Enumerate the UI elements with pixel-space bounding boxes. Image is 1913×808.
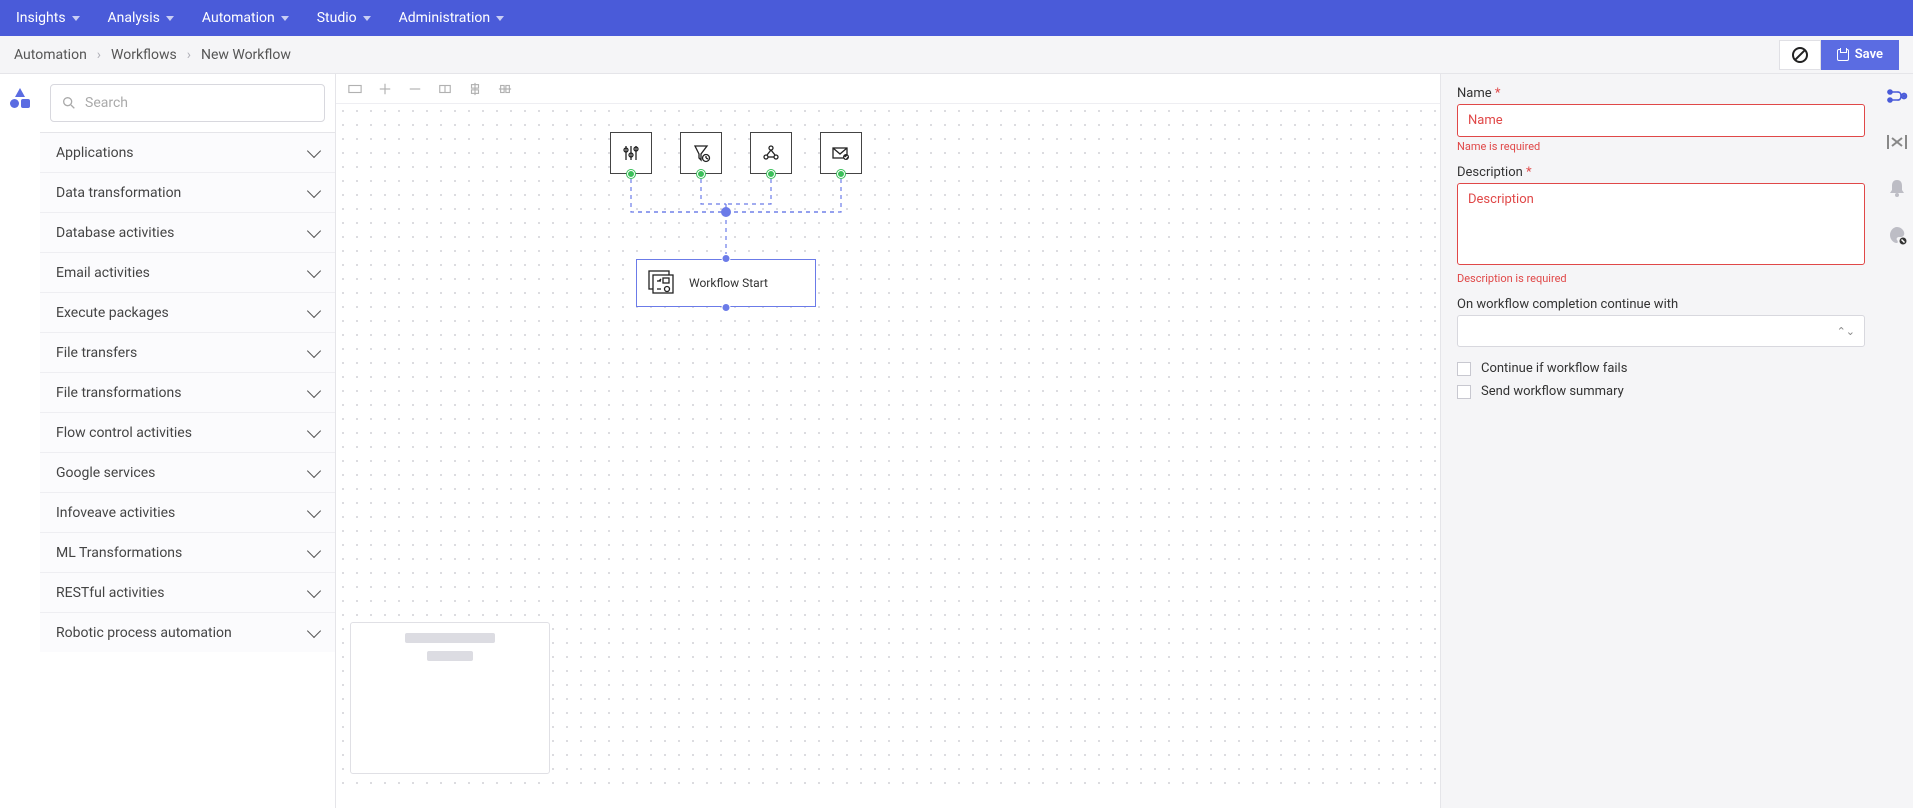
workflow-canvas-wrap: Workflow Start xyxy=(336,74,1441,808)
description-label: Description * xyxy=(1457,165,1865,180)
nav-insights[interactable]: Insights xyxy=(16,10,80,26)
name-error: Name is required xyxy=(1457,140,1865,153)
chevron-down-icon xyxy=(307,543,321,557)
continue-if-fails-label: Continue if workflow fails xyxy=(1481,361,1627,376)
breadcrumb-bar: Automation › Workflows › New Workflow Sa… xyxy=(0,36,1913,74)
chevron-down-icon xyxy=(496,16,504,21)
trigger-webhook-node[interactable] xyxy=(750,132,792,174)
chevron-down-icon xyxy=(166,16,174,21)
shapes-icon[interactable] xyxy=(10,88,30,108)
continue-with-label: On workflow completion continue with xyxy=(1457,297,1865,312)
chevron-down-icon xyxy=(307,463,321,477)
breadcrumb-item[interactable]: Workflows xyxy=(111,47,177,63)
search-input[interactable] xyxy=(85,95,314,111)
save-icon xyxy=(1837,49,1849,61)
chevron-down-icon xyxy=(72,16,80,21)
align-vertical-icon[interactable] xyxy=(468,82,482,96)
nav-automation[interactable]: Automation xyxy=(202,10,289,26)
workflow-canvas[interactable]: Workflow Start xyxy=(336,104,1440,794)
chevron-down-icon xyxy=(307,263,321,277)
nav-studio[interactable]: Studio xyxy=(317,10,371,26)
chevron-right-icon: › xyxy=(187,47,191,63)
chevron-down-icon xyxy=(307,183,321,197)
category-item[interactable]: ML Transformations xyxy=(40,532,335,572)
close-panel-icon[interactable] xyxy=(1887,133,1907,156)
category-item[interactable]: Email activities xyxy=(40,252,335,292)
notifications-icon[interactable] xyxy=(1888,178,1906,203)
nav-administration[interactable]: Administration xyxy=(399,10,504,26)
left-icon-rail xyxy=(0,74,40,808)
top-navigation: Insights Analysis Automation Studio Admi… xyxy=(0,0,1913,36)
checkbox-icon xyxy=(1457,362,1471,376)
chevron-down-icon xyxy=(307,343,321,357)
port-out-icon xyxy=(722,303,731,312)
continue-if-fails-row[interactable]: Continue if workflow fails xyxy=(1457,361,1865,376)
workflow-settings-icon[interactable] xyxy=(1886,88,1908,111)
minimap[interactable] xyxy=(350,622,550,774)
minimap-shape xyxy=(405,633,495,643)
category-item[interactable]: Google services xyxy=(40,452,335,492)
workflow-start-icon xyxy=(647,269,677,297)
trigger-email-node[interactable] xyxy=(820,132,862,174)
category-item[interactable]: Flow control activities xyxy=(40,412,335,452)
chevron-down-icon xyxy=(307,303,321,317)
category-item[interactable]: RESTful activities xyxy=(40,572,335,612)
category-item[interactable]: Database activities xyxy=(40,212,335,252)
chevron-down-icon xyxy=(281,16,289,21)
trigger-parameters-node[interactable] xyxy=(610,132,652,174)
category-item[interactable]: Applications xyxy=(40,132,335,172)
chevron-down-icon xyxy=(307,623,321,637)
chevron-down-icon xyxy=(307,143,321,157)
theme-icon[interactable] xyxy=(1887,225,1907,250)
port-in-icon xyxy=(722,254,731,263)
zoom-in-icon[interactable] xyxy=(378,82,392,96)
category-item[interactable]: File transformations xyxy=(40,372,335,412)
category-item[interactable]: Infoveave activities xyxy=(40,492,335,532)
fit-icon[interactable] xyxy=(348,82,362,96)
activity-sidebar: ApplicationsData transformationDatabase … xyxy=(40,74,336,808)
chevron-down-icon xyxy=(307,383,321,397)
chevron-right-icon: › xyxy=(97,47,101,63)
search-icon xyxy=(61,95,77,111)
zoom-out-icon[interactable] xyxy=(408,82,422,96)
trigger-schedule-node[interactable] xyxy=(680,132,722,174)
canvas-toolbar xyxy=(336,74,1440,104)
continue-with-select[interactable] xyxy=(1457,315,1865,347)
cancel-button[interactable] xyxy=(1779,40,1821,70)
chevron-down-icon xyxy=(307,223,321,237)
chevron-down-icon xyxy=(307,423,321,437)
chevron-down-icon xyxy=(307,503,321,517)
workflow-start-node[interactable]: Workflow Start xyxy=(636,259,816,307)
category-item[interactable]: File transfers xyxy=(40,332,335,372)
search-input-wrap xyxy=(50,84,325,122)
send-summary-row[interactable]: Send workflow summary xyxy=(1457,384,1865,399)
breadcrumb: Automation › Workflows › New Workflow xyxy=(14,47,291,63)
save-button[interactable]: Save xyxy=(1821,40,1899,70)
send-summary-label: Send workflow summary xyxy=(1481,384,1624,399)
description-field[interactable] xyxy=(1457,183,1865,265)
checkbox-icon xyxy=(1457,385,1471,399)
cancel-icon xyxy=(1792,47,1808,63)
workflow-start-label: Workflow Start xyxy=(689,276,768,290)
align-horizontal-icon[interactable] xyxy=(498,82,512,96)
category-item[interactable]: Robotic process automation xyxy=(40,612,335,652)
name-field[interactable] xyxy=(1457,104,1865,137)
category-item[interactable]: Data transformation xyxy=(40,172,335,212)
category-item[interactable]: Execute packages xyxy=(40,292,335,332)
breadcrumb-item: New Workflow xyxy=(201,47,291,63)
chevron-down-icon xyxy=(307,583,321,597)
chevron-down-icon xyxy=(363,16,371,21)
description-error: Description is required xyxy=(1457,272,1865,285)
breadcrumb-item[interactable]: Automation xyxy=(14,47,87,63)
ratio-icon[interactable] xyxy=(438,82,452,96)
name-label: Name * xyxy=(1457,86,1865,101)
minimap-shape xyxy=(427,651,473,661)
properties-panel: Name * Name is required Description * De… xyxy=(1441,74,1881,808)
nav-analysis[interactable]: Analysis xyxy=(108,10,174,26)
right-icon-rail xyxy=(1881,74,1913,808)
